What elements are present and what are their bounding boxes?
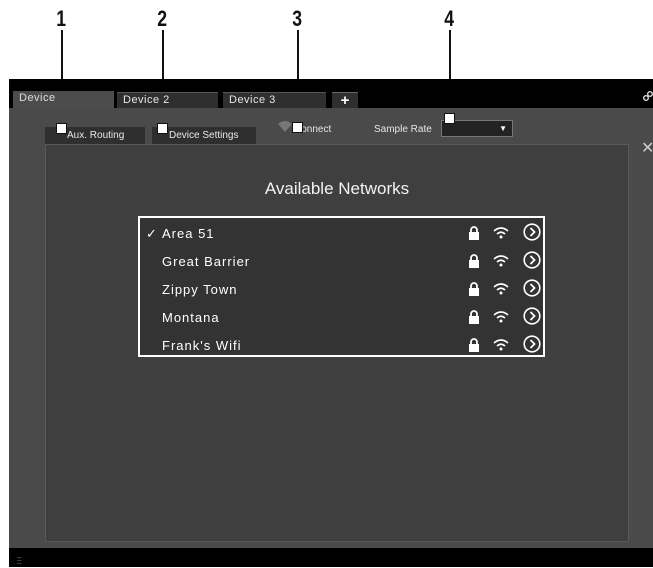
callout-number: 4	[444, 6, 455, 31]
callout-number: 3	[292, 6, 303, 31]
callout-marker	[56, 123, 67, 134]
wifi-icon	[493, 311, 509, 323]
tab-device-2[interactable]: Device 2	[117, 92, 218, 108]
network-item[interactable]: Great Barrier	[140, 247, 543, 275]
chevron-down-icon: ▼	[499, 124, 507, 133]
chevron-right-icon[interactable]	[523, 251, 541, 269]
network-content-area: Available Networks ✓ Area 51 Great Barri…	[45, 144, 629, 542]
network-item[interactable]: Frank's Wifi	[140, 331, 543, 359]
chevron-right-icon[interactable]	[523, 223, 541, 241]
device-settings-panel: ✕ Aux. Routing Device Settings Connect S…	[9, 108, 653, 548]
lock-icon	[469, 282, 479, 296]
callout-number: 2	[157, 6, 168, 31]
lock-icon	[469, 338, 479, 352]
link-icon[interactable]	[643, 91, 653, 101]
lock-icon	[469, 254, 479, 268]
checkmark-icon: ✓	[146, 226, 157, 241]
close-icon[interactable]: ✕	[641, 141, 653, 157]
network-name: Zippy Town	[162, 282, 238, 297]
network-item[interactable]: Montana	[140, 303, 543, 331]
wifi-icon	[278, 121, 292, 132]
network-name: Montana	[162, 310, 220, 325]
wifi-icon	[493, 255, 509, 267]
callout-marker	[292, 122, 303, 133]
network-item[interactable]: Zippy Town	[140, 275, 543, 303]
chevron-right-icon[interactable]	[523, 335, 541, 353]
lock-icon	[469, 310, 479, 324]
network-name: Frank's Wifi	[162, 338, 242, 353]
device-tab-bar: Device Device 2 Device 3 +	[9, 79, 653, 110]
grip-icon[interactable]: – – –	[17, 554, 21, 568]
callout-number: 1	[56, 6, 67, 31]
wifi-icon	[493, 227, 509, 239]
callout-marker	[157, 123, 168, 134]
lock-icon	[469, 226, 479, 240]
network-item[interactable]: ✓ Area 51	[140, 219, 543, 247]
add-tab-button[interactable]: +	[332, 92, 358, 109]
wifi-icon	[493, 339, 509, 351]
network-name: Area 51	[162, 226, 215, 241]
network-name: Great Barrier	[162, 254, 251, 269]
app-window: Device Device 2 Device 3 + ✕ Aux. Routin…	[9, 79, 653, 568]
callout-marker	[444, 113, 455, 124]
status-bar: – – –	[9, 548, 653, 568]
sample-rate-label: Sample Rate	[374, 124, 432, 135]
chevron-right-icon[interactable]	[523, 307, 541, 325]
wifi-icon	[493, 283, 509, 295]
tab-device-3[interactable]: Device 3	[223, 92, 326, 108]
network-list: ✓ Area 51 Great Barrier Zippy Town Monta…	[138, 216, 545, 357]
chevron-right-icon[interactable]	[523, 279, 541, 297]
page-title: Available Networks	[264, 179, 410, 198]
